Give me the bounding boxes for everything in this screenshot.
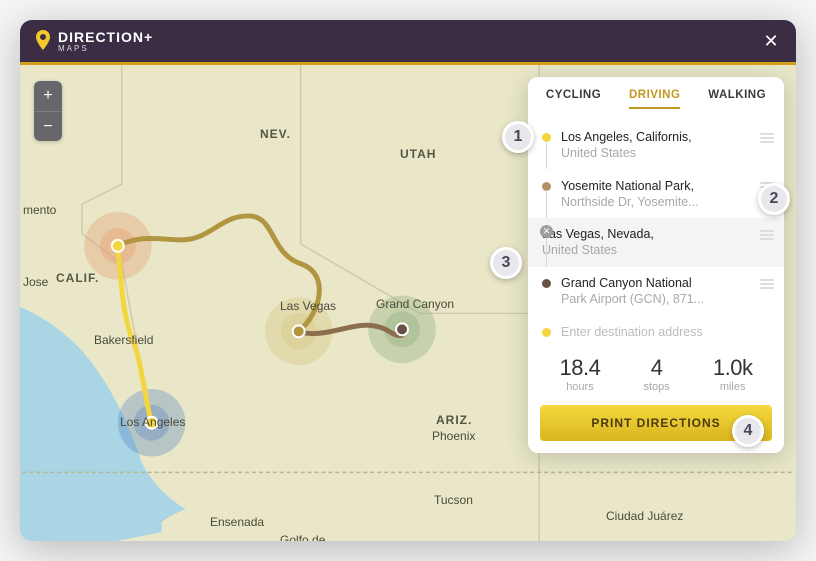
tab-walking[interactable]: WALKING [708,89,766,109]
mode-tabs: CYCLING DRIVING WALKING [528,77,784,117]
callout-badge-2: 2 [758,183,790,215]
stat-miles-value: 1.0k [713,355,753,381]
stop-row[interactable]: Grand Canyon National Park Airport (GCN)… [528,267,784,316]
stop-line1: Las Vegas, Nevada, [542,226,750,242]
stop-line2: United States [542,242,750,258]
destination-input[interactable]: Enter destination address [528,315,784,345]
callout-badge-4: 4 [732,415,764,447]
map-label-mento: mento [23,203,56,217]
stop-dot-icon [542,279,551,288]
zoom-out-button[interactable]: − [34,111,62,141]
map-label-calif: CALIF. [56,271,99,285]
tab-cycling[interactable]: CYCLING [546,89,601,109]
stop-line2: United States [561,145,750,161]
app-header: DIRECTION+ MAPS ✕ [20,20,796,62]
stop-dot-icon [542,133,551,142]
stops-list: Los Angeles, Californis, United States Y… [528,117,784,315]
map-label-tucson: Tucson [434,493,473,507]
map-label-lasvegas: Las Vegas [280,299,336,313]
zoom-in-button[interactable]: + [34,81,62,111]
route-stats: 18.4 hours 4 stops 1.0k miles [528,345,784,401]
map-label-utah: UTAH [400,147,436,161]
stop-row[interactable]: Yosemite National Park, Northside Dr, Yo… [528,170,784,219]
brand: DIRECTION+ MAPS [34,30,153,53]
close-button[interactable]: ✕ [760,30,782,52]
callout-badge-1: 1 [502,121,534,153]
map-area[interactable]: mento Jose NEV. UTAH CALIF. ARIZ. Bakers… [20,62,796,541]
directions-panel: CYCLING DRIVING WALKING Los Angeles, Cal… [528,77,784,453]
map-label-golfo: Golfo de [280,533,325,541]
stat-hours: 18.4 hours [560,355,601,393]
brand-subtitle: MAPS [58,45,153,53]
drag-handle-icon[interactable] [760,279,774,289]
drag-handle-icon[interactable] [760,230,774,240]
stop-line1: Los Angeles, Californis, [561,129,750,145]
map-label-losangeles: Los Angeles [120,415,185,429]
tab-driving[interactable]: DRIVING [629,89,680,109]
pin-icon [34,30,52,52]
remove-stop-button[interactable]: ✕ [540,225,553,238]
map-label-juarez: Ciudad Juárez [606,509,683,523]
zoom-control: + − [34,81,62,141]
destination-placeholder: Enter destination address [561,325,703,339]
stop-line2: Northside Dr, Yosemite... [561,194,750,210]
map-label-phoenix: Phoenix [432,429,475,443]
drag-handle-icon[interactable] [760,133,774,143]
stat-stops: 4 stops [643,355,669,393]
map-label-ariz: ARIZ. [436,413,472,427]
map-label-nev: NEV. [260,127,291,141]
stop-row[interactable]: ✕ Las Vegas, Nevada, United States [528,218,784,267]
map-label-jose: Jose [23,275,48,289]
stop-dot-icon [542,182,551,191]
stat-stops-value: 4 [643,355,669,381]
app-window: DIRECTION+ MAPS ✕ [20,20,796,541]
stop-line1: Yosemite National Park, [561,178,750,194]
stat-hours-label: hours [560,381,601,393]
destination-dot-icon [542,328,551,337]
stop-row[interactable]: Los Angeles, Californis, United States [528,121,784,170]
stop-line2: Park Airport (GCN), 871... [561,291,750,307]
map-label-bakersfield: Bakersfield [94,333,153,347]
stat-miles-label: miles [713,381,753,393]
map-label-grandcanyon: Grand Canyon [376,297,454,311]
brand-title: DIRECTION+ [58,30,153,44]
stat-miles: 1.0k miles [713,355,753,393]
stat-hours-value: 18.4 [560,355,601,381]
close-icon: ✕ [763,31,778,52]
callout-badge-3: 3 [490,247,522,279]
map-label-ensenada: Ensenada [210,515,264,529]
stat-stops-label: stops [643,381,669,393]
stop-line1: Grand Canyon National [561,275,750,291]
